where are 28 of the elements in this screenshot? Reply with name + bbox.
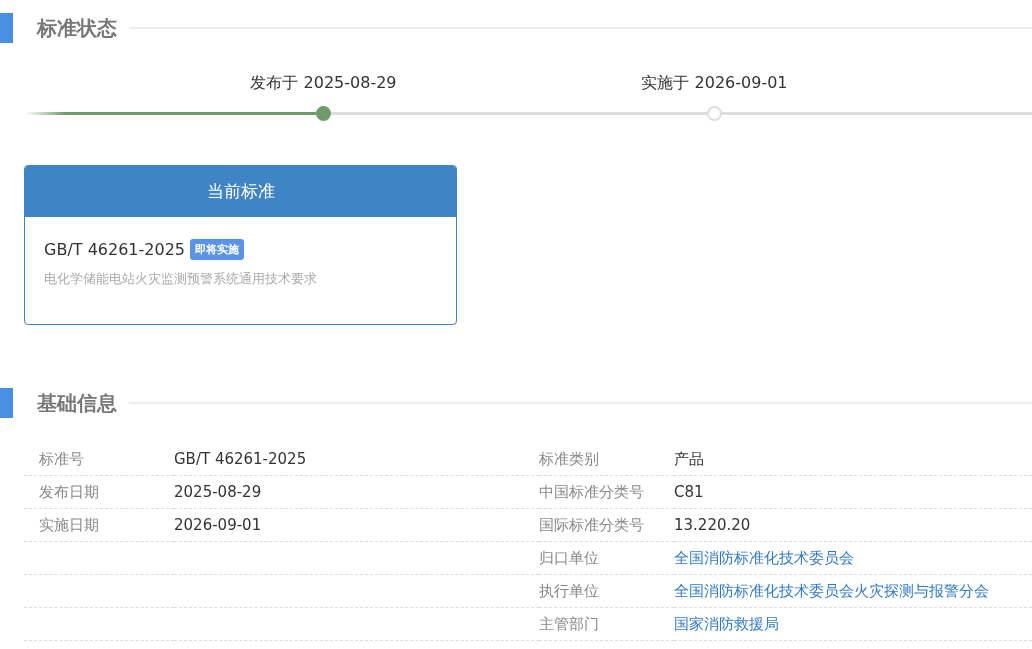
field-value: 2026-09-01 [174, 516, 262, 534]
section-title: 基础信息 [37, 389, 117, 417]
field-label: 主管部门 [539, 614, 599, 633]
field-label: 执行单位 [539, 581, 599, 600]
field-label: 标准类别 [539, 449, 599, 468]
field-value: 13.220.20 [674, 516, 751, 534]
field-value: 产品 [674, 449, 704, 468]
field-link[interactable]: 全国消防标准化技术委员会火灾探测与报警分会 [674, 581, 989, 600]
milestone-label: 发布于 2025-08-29 [250, 73, 397, 94]
field-label: 中国标准分类号 [539, 482, 644, 501]
field-link[interactable]: 国家消防救援局 [674, 614, 779, 633]
field-label: 标准号 [39, 449, 84, 468]
section-marker [0, 388, 13, 418]
field-value: C81 [674, 483, 704, 501]
section-marker [0, 13, 13, 43]
section-title: 标准状态 [37, 14, 117, 42]
standard-name: 电化学储能电站火灾监测预警系统通用技术要求 [44, 270, 318, 288]
field-label: 国际标准分类号 [539, 515, 644, 534]
field-link[interactable]: 全国消防标准化技术委员会 [674, 548, 854, 567]
status-badge: 即将实施 [190, 239, 244, 260]
standard-code: GB/T 46261-2025 [44, 240, 185, 259]
milestone-label: 实施于 2026-09-01 [641, 73, 788, 94]
field-value: GB/T 46261-2025 [174, 450, 307, 468]
field-label: 归口单位 [539, 548, 599, 567]
card-header: 当前标准 [25, 166, 456, 217]
field-label: 实施日期 [39, 515, 99, 534]
field-label: 发布日期 [39, 482, 99, 501]
field-value: 2025-08-29 [174, 483, 262, 501]
